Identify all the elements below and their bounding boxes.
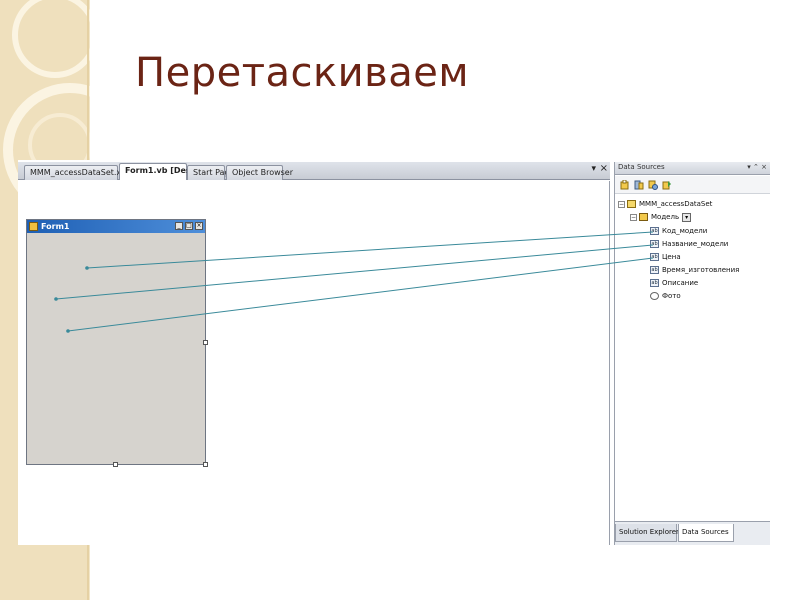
tab-start-page[interactable]: Start Page bbox=[187, 165, 234, 180]
resize-handle-right[interactable] bbox=[203, 340, 208, 345]
field-label: Время_изготовления bbox=[662, 266, 740, 274]
edit-dataset-icon[interactable] bbox=[634, 180, 644, 190]
collapse-icon[interactable]: − bbox=[630, 213, 637, 221]
add-data-source-icon[interactable] bbox=[620, 180, 630, 190]
tree-node-dataset[interactable]: − MMM_accessDataSet bbox=[618, 198, 712, 211]
tab-object-browser[interactable]: Object Browser bbox=[226, 165, 293, 180]
form-title: Form1 bbox=[41, 222, 70, 231]
slide-title: Перетаскиваем bbox=[135, 50, 470, 96]
data-sources-toolbar bbox=[615, 176, 770, 194]
data-sources-title: Data Sources bbox=[618, 163, 665, 171]
textbox-field-icon: ab bbox=[650, 253, 659, 261]
resize-handle-corner[interactable] bbox=[203, 462, 208, 467]
dataset-label: MMM_accessDataSet bbox=[639, 200, 713, 208]
table-label: Модель bbox=[651, 213, 680, 221]
minimize-button[interactable]: _ bbox=[175, 222, 183, 230]
document-tab-strip: MMM_accessDataSet.xsd* Form1.vb [Design]… bbox=[18, 162, 610, 180]
form-icon bbox=[29, 222, 38, 231]
tree-field-row[interactable]: ab Название_модели bbox=[650, 238, 728, 251]
ide-window: MMM_accessDataSet.xsd* Form1.vb [Design]… bbox=[18, 160, 770, 545]
table-icon bbox=[639, 213, 648, 221]
data-sources-header: Data Sources ▾ ⌃ × bbox=[615, 162, 770, 175]
form-designer-surface: Form1 _ □ × bbox=[18, 181, 610, 545]
maximize-button[interactable]: □ bbox=[185, 222, 193, 230]
field-label: Название_модели bbox=[662, 240, 729, 248]
dataset-icon bbox=[627, 200, 636, 208]
field-label: Код_модели bbox=[662, 227, 708, 235]
tree-field-row[interactable]: Фото bbox=[650, 290, 681, 303]
tree-field-row[interactable]: ab Время_изготовления bbox=[650, 264, 739, 277]
tab-dataset-xsd[interactable]: MMM_accessDataSet.xsd* bbox=[24, 165, 134, 180]
form-titlebar[interactable]: Form1 _ □ × bbox=[27, 220, 205, 233]
field-label: Цена bbox=[662, 253, 681, 261]
configure-icon[interactable] bbox=[648, 180, 658, 190]
panel-bottom-tabs: Solution Explorer Data Sources bbox=[615, 521, 770, 545]
refresh-icon[interactable] bbox=[662, 180, 672, 190]
textbox-field-icon: ab bbox=[650, 240, 659, 248]
textbox-field-icon: ab bbox=[650, 227, 659, 235]
tree-node-table[interactable]: − Модель ▾ bbox=[630, 211, 692, 224]
picturebox-field-icon bbox=[650, 292, 659, 300]
collapse-icon[interactable]: − bbox=[618, 200, 625, 208]
textbox-field-icon: ab bbox=[650, 266, 659, 274]
textbox-field-icon: ab bbox=[650, 279, 659, 287]
tab-list-dropdown-icon[interactable]: ▾ bbox=[591, 164, 596, 174]
tree-field-row[interactable]: ab Описание bbox=[650, 277, 698, 290]
tab-form1-design[interactable]: Form1.vb [Design] bbox=[119, 163, 209, 180]
panel-window-buttons[interactable]: ▾ ⌃ × bbox=[747, 163, 767, 171]
close-document-icon[interactable]: × bbox=[600, 163, 608, 174]
form-close-button[interactable]: × bbox=[195, 222, 203, 230]
tab-data-sources[interactable]: Data Sources bbox=[678, 524, 734, 542]
field-label: Описание bbox=[662, 279, 699, 287]
tab-solution-explorer[interactable]: Solution Explorer bbox=[615, 524, 679, 542]
form1-window[interactable]: Form1 _ □ × bbox=[26, 219, 208, 467]
data-sources-panel: Data Sources ▾ ⌃ × − MMM_accessDataSet −… bbox=[614, 162, 770, 545]
tree-field-row[interactable]: ab Код_модели bbox=[650, 225, 707, 238]
field-label: Фото bbox=[662, 292, 681, 300]
tree-field-row[interactable]: ab Цена bbox=[650, 251, 681, 264]
table-control-dropdown[interactable]: ▾ bbox=[682, 212, 692, 222]
resize-handle-bottom[interactable] bbox=[113, 462, 118, 467]
